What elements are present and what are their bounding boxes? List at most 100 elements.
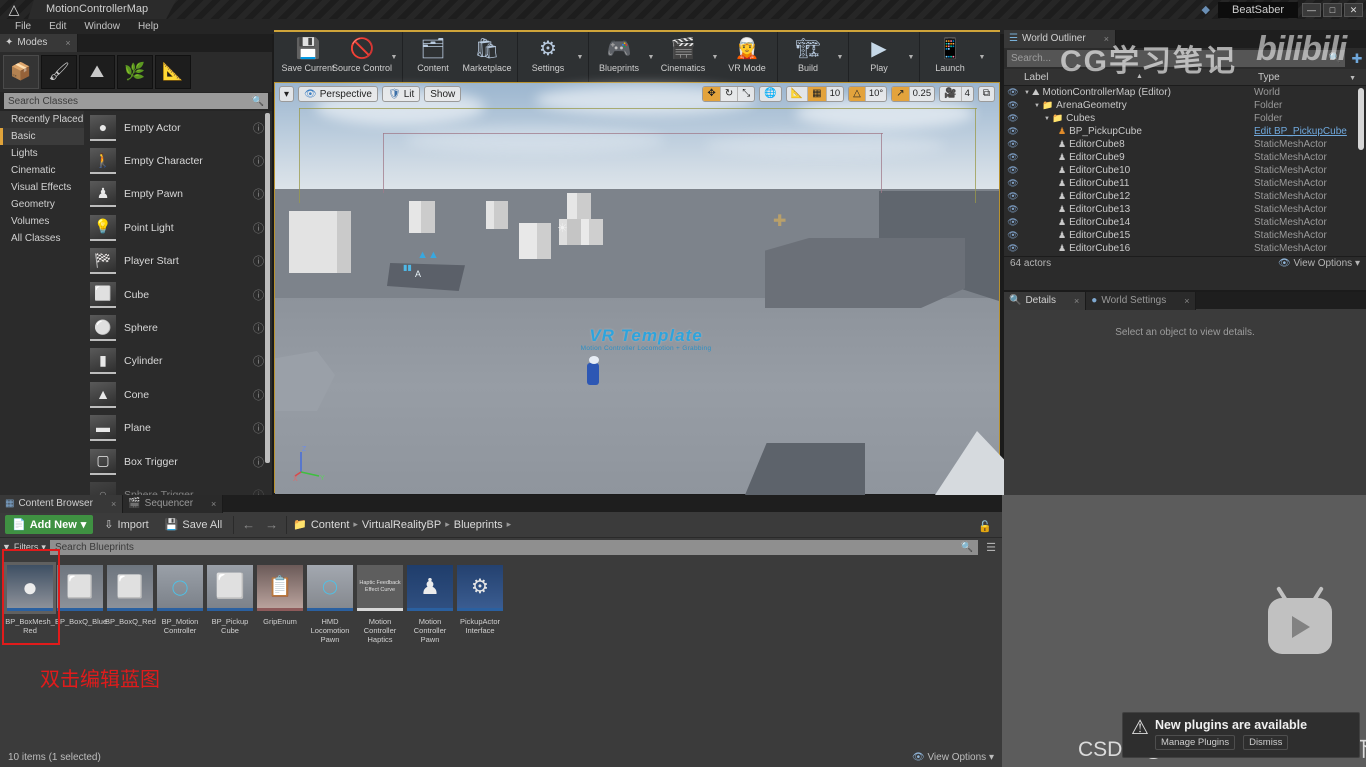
table-row[interactable]: 👁 ♟ EditorCube9 StaticMeshActor: [1004, 151, 1366, 164]
tab-world-settings[interactable]: ● World Settings ×: [1086, 292, 1197, 310]
tab-modes[interactable]: ✦ Modes ×: [0, 34, 78, 52]
visibility-eye-icon[interactable]: 👁: [1004, 126, 1022, 137]
visibility-eye-icon[interactable]: 👁: [1004, 230, 1022, 241]
manage-plugins-button[interactable]: Manage Plugins: [1154, 735, 1236, 750]
breadcrumb-blueprints[interactable]: Blueprints: [454, 519, 503, 531]
menu-help[interactable]: Help: [129, 19, 168, 34]
menu-file[interactable]: File: [6, 19, 40, 34]
cinematics-dropdown-icon[interactable]: ▼: [710, 32, 720, 82]
class-list-scrollbar[interactable]: [265, 113, 270, 463]
show-flags-button[interactable]: Show: [424, 86, 462, 102]
asset-tile[interactable]: ◯ BP_Motion Controller: [156, 562, 204, 644]
visibility-eye-icon[interactable]: 👁: [1004, 191, 1022, 202]
visibility-eye-icon[interactable]: 👁: [1004, 100, 1022, 111]
sidebar-item-lights[interactable]: Lights: [0, 145, 84, 162]
help-icon[interactable]: ⓘ: [253, 454, 264, 470]
asset-tile[interactable]: ◯ HMD Locomotion Pawn: [306, 562, 354, 644]
table-row[interactable]: 👁 ♟ BP_PickupCube Edit BP_PickupCube: [1004, 125, 1366, 138]
tab-world-outliner[interactable]: ☰ World Outliner ×: [1004, 30, 1116, 48]
translate-tool-button[interactable]: ✥: [703, 87, 721, 101]
visibility-eye-icon[interactable]: 👁: [1004, 243, 1022, 254]
table-row[interactable]: 👁 ▼ 📁 ArenaGeometry Folder: [1004, 99, 1366, 112]
expander-icon[interactable]: ▼: [1034, 103, 1040, 109]
view-mode-button[interactable]: 🛡 Lit: [381, 86, 421, 102]
project-tab[interactable]: MotionControllerMap: [28, 0, 176, 19]
table-row[interactable]: 👁 ♟ EditorCube10 StaticMeshActor: [1004, 164, 1366, 177]
rotation-snap-icon[interactable]: △: [849, 87, 866, 101]
sidebar-item-recently-placed[interactable]: Recently Placed: [0, 111, 84, 128]
content-browser-view-options-button[interactable]: 👁 View Options ▾: [912, 752, 994, 763]
expander-icon[interactable]: ▼: [1044, 116, 1050, 122]
cinematics-button[interactable]: 🎬 Cinematics: [656, 32, 710, 82]
list-item[interactable]: ▢ Box Trigger ⓘ: [84, 445, 272, 478]
filters-button[interactable]: ▼ Filters ▾: [2, 542, 46, 553]
world-space-icon[interactable]: 🌐: [760, 87, 780, 101]
list-item[interactable]: ♟ Empty Pawn ⓘ: [84, 178, 272, 211]
back-button[interactable]: ←: [240, 517, 257, 532]
table-row[interactable]: 👁 ▼ 📁 Cubes Folder: [1004, 112, 1366, 125]
camera-icon[interactable]: 🎥: [940, 87, 962, 101]
sidebar-item-visual-effects[interactable]: Visual Effects: [0, 179, 84, 196]
save-current-button[interactable]: 💾 Save Current: [281, 32, 335, 82]
vr-mode-button[interactable]: 🧝 VR Mode: [720, 32, 774, 82]
scale-tool-button[interactable]: ⤡: [738, 87, 754, 101]
content-button[interactable]: 🗂 Content: [406, 32, 460, 82]
grid-snap-icon[interactable]: ▦: [808, 87, 827, 101]
visibility-eye-icon[interactable]: 👁: [1004, 113, 1022, 124]
list-item[interactable]: 💡 Point Light ⓘ: [84, 211, 272, 244]
help-icon[interactable]: ⓘ: [253, 220, 264, 236]
help-icon[interactable]: ⓘ: [253, 153, 264, 169]
breadcrumb-virtualrealitybp[interactable]: VirtualRealityBP: [362, 519, 441, 531]
scale-snap-value[interactable]: 0.25: [910, 87, 935, 101]
source-control-dropdown-icon[interactable]: ▼: [389, 32, 399, 82]
table-row[interactable]: 👁 ▼ ⛰ MotionControllerMap (Editor) World: [1004, 86, 1366, 99]
search-classes-input[interactable]: Search Classes 🔍: [4, 93, 268, 109]
blueprints-dropdown-icon[interactable]: ▼: [646, 32, 656, 82]
tab-world-outliner-close-icon[interactable]: ×: [1104, 30, 1109, 48]
place-mode-button[interactable]: 📦: [3, 55, 39, 89]
launch-dropdown-icon[interactable]: ▼: [977, 32, 987, 82]
add-actor-icon[interactable]: ✚: [1348, 51, 1366, 67]
search-blueprints-input[interactable]: Search Blueprints 🔍: [49, 539, 979, 555]
list-item[interactable]: ⚪ Sphere ⓘ: [84, 311, 272, 344]
asset-tile[interactable]: ⚙ PickupActor Interface: [456, 562, 504, 644]
help-icon[interactable]: ⓘ: [253, 387, 264, 403]
asset-tile[interactable]: ● BP_BoxMesh_ Red: [4, 562, 56, 644]
visibility-eye-icon[interactable]: 👁: [1004, 152, 1022, 163]
table-row[interactable]: 👁 ♟ EditorCube12 StaticMeshActor: [1004, 190, 1366, 203]
camera-type-button[interactable]: 👁 Perspective: [298, 86, 378, 102]
column-header-type[interactable]: Type ▼: [1254, 72, 1366, 83]
foliage-mode-button[interactable]: 🌿: [117, 55, 153, 89]
launch-button[interactable]: 📱 Launch: [923, 32, 977, 82]
viewport-layout-button[interactable]: ⧉: [977, 86, 995, 102]
asset-tile[interactable]: ⬜ BP_BoxQ_Red: [105, 562, 156, 644]
list-item[interactable]: ▲ Cone ⓘ: [84, 378, 272, 411]
list-item[interactable]: ⬜ Cube ⓘ: [84, 278, 272, 311]
menu-window[interactable]: Window: [75, 19, 129, 34]
source-control-button[interactable]: 🚫 Source Control: [332, 32, 392, 82]
build-button[interactable]: 🏗 Build: [781, 32, 835, 82]
tab-world-settings-close-icon[interactable]: ×: [1184, 292, 1189, 310]
settings-dropdown-icon[interactable]: ▼: [575, 32, 585, 82]
visibility-eye-icon[interactable]: 👁: [1004, 139, 1022, 150]
dismiss-button[interactable]: Dismiss: [1243, 735, 1289, 750]
table-row[interactable]: 👁 ♟ EditorCube11 StaticMeshActor: [1004, 177, 1366, 190]
sidebar-item-cinematic[interactable]: Cinematic: [0, 162, 84, 179]
tab-content-browser-close-icon[interactable]: ×: [111, 495, 116, 513]
help-icon[interactable]: ⓘ: [253, 120, 264, 136]
chevron-down-icon[interactable]: ▼: [1349, 75, 1356, 82]
list-item[interactable]: ● Empty Actor ⓘ: [84, 111, 272, 144]
play-dropdown-icon[interactable]: ▼: [906, 32, 916, 82]
menu-edit[interactable]: Edit: [40, 19, 75, 34]
import-button[interactable]: ⇩ Import: [99, 518, 153, 532]
save-all-button[interactable]: 💾 Save All: [160, 518, 227, 532]
marketplace-button[interactable]: 🛍 Marketplace: [460, 32, 514, 82]
asset-tile[interactable]: ♟ Motion Controller Pawn: [406, 562, 454, 644]
grid-snap-value[interactable]: 10: [827, 87, 844, 101]
surface-snap-icon[interactable]: 📐: [787, 87, 809, 101]
help-icon[interactable]: ⓘ: [253, 287, 264, 303]
settings-button[interactable]: ⚙ Settings: [521, 32, 575, 82]
paint-mode-button[interactable]: 🖌: [41, 55, 77, 89]
asset-tile[interactable]: ⬜ BP_BoxQ_Blue: [55, 562, 107, 644]
visibility-eye-icon[interactable]: 👁: [1004, 204, 1022, 215]
